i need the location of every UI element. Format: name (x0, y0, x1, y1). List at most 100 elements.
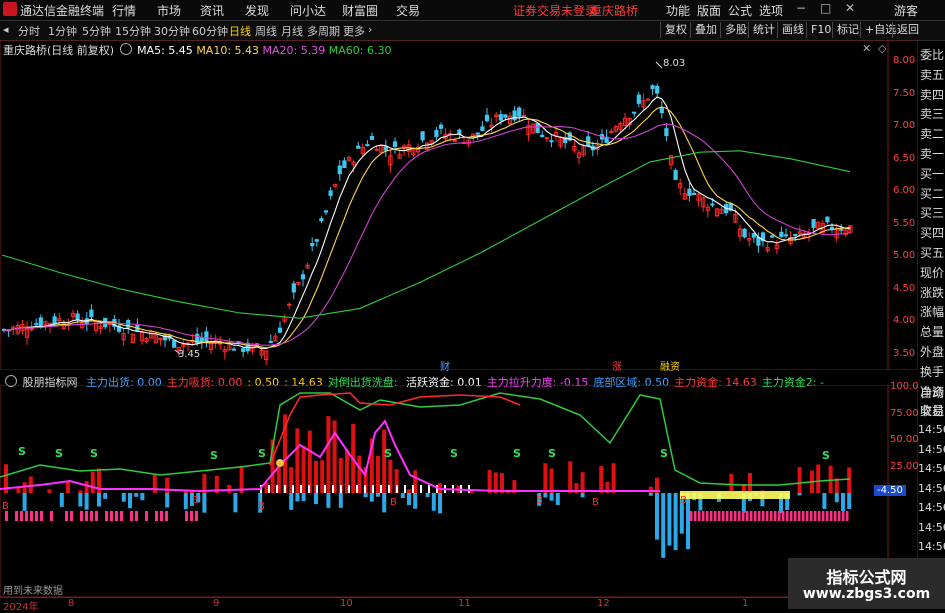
menu-zixun[interactable]: 资讯 (200, 2, 224, 19)
candle-body (337, 165, 342, 175)
candle-body (323, 210, 329, 213)
event-label-cai[interactable]: 财 (440, 358, 450, 373)
tool-tongji[interactable]: 统计 (748, 22, 775, 38)
tool-f10[interactable]: F10 (806, 22, 831, 38)
indicator-bar-red (648, 486, 653, 493)
menu-gongneng[interactable]: 功能 (666, 2, 690, 19)
menu-xuanxiang[interactable]: 选项 (759, 2, 783, 19)
indicator-bar-blue (847, 493, 852, 509)
period-daily[interactable]: 日线 (229, 23, 251, 39)
period-5min[interactable]: 5分钟 (82, 23, 111, 39)
period-monthly[interactable]: 月线 (281, 23, 303, 39)
candle-body (52, 316, 57, 325)
period-weekly[interactable]: 周线 (255, 23, 277, 39)
price-tick: 4.50 (893, 283, 916, 294)
menu-wenxiaoda[interactable]: 问小达 (290, 2, 326, 19)
period-30min[interactable]: 30分钟 (154, 23, 190, 39)
s-signal-mark: S (55, 447, 63, 460)
period-fenshi[interactable]: 分时 (18, 23, 40, 39)
maximize-icon[interactable]: □ (820, 1, 831, 15)
tool-add-watchlist[interactable]: +自选 (860, 22, 896, 38)
menu-faxian[interactable]: 发现 (245, 2, 269, 19)
side-item[interactable]: 卖一 (920, 145, 944, 162)
indicator-bar-red (326, 416, 331, 493)
guest-label[interactable]: 游客 (894, 2, 918, 19)
side-item[interactable]: 买二 (920, 185, 944, 202)
period-multi[interactable]: 多周期 (307, 23, 340, 39)
indicator-bar-red (28, 476, 33, 493)
side-item[interactable]: 涨跌 (920, 284, 944, 301)
side-item[interactable]: 换手 (920, 363, 944, 380)
candle-body (673, 170, 678, 180)
candlestick-chart[interactable] (0, 40, 918, 370)
side-item[interactable]: 委比 (920, 46, 944, 63)
side-item[interactable]: 外盘 (920, 343, 944, 360)
b-signal-mark: B (390, 497, 397, 508)
candle-body (512, 110, 517, 121)
minimize-icon[interactable]: − (796, 1, 806, 15)
time-item: 14:56 (918, 442, 945, 456)
indicator-bar-blue (22, 493, 27, 511)
tool-fuquan[interactable]: 复权 (660, 22, 687, 38)
menu-banmian[interactable]: 版面 (697, 2, 721, 19)
indicator-bar-blue (165, 493, 170, 508)
sub-ytick-50: 50.00 (890, 434, 919, 445)
period-more[interactable]: 更多 (343, 23, 365, 39)
side-item[interactable]: 涨幅 (920, 303, 944, 320)
event-label-rongzi[interactable]: 融资 (660, 358, 680, 373)
tool-back[interactable]: 返回 (892, 22, 919, 38)
indicator-bar-blue (363, 493, 368, 498)
side-item[interactable]: 卖二 (920, 125, 944, 142)
tool-biaoji[interactable]: 标记 (832, 22, 859, 38)
indicator-bar-blue (834, 493, 839, 503)
indicator-bar-blue (84, 493, 89, 510)
close-icon[interactable]: ✕ (845, 1, 855, 15)
indicator-bar-blue (376, 493, 380, 497)
side-item[interactable]: 买三 (920, 204, 944, 221)
candle-body (650, 85, 655, 90)
sub-ytick-25: 25.00 (890, 461, 919, 472)
candle-body (770, 235, 775, 238)
menu-shichang[interactable]: 市场 (157, 2, 181, 19)
login-warning[interactable]: 证券交易未登录 (513, 2, 597, 19)
candle-body (38, 317, 43, 328)
menu-caifuquan[interactable]: 财富圈 (342, 2, 378, 19)
menu-gongshi[interactable]: 公式 (728, 2, 752, 19)
side-item[interactable]: 买一 (920, 165, 944, 182)
candle-body (811, 219, 816, 228)
indicator-bar-red (568, 461, 573, 493)
indicator-bar-red (407, 489, 411, 493)
indicator-bar-blue (326, 493, 331, 508)
period-15min[interactable]: 15分钟 (115, 23, 151, 39)
high-price-label: 8.03 (663, 58, 686, 69)
price-tick: 6.00 (893, 185, 916, 196)
side-item[interactable]: 总量 (920, 323, 944, 340)
trade-label[interactable]: 交易 (920, 402, 944, 419)
menu-hangqing[interactable]: 行情 (112, 2, 136, 19)
candle-body (342, 160, 347, 169)
candle-body (664, 128, 669, 137)
indicator-line-red (269, 392, 521, 466)
more-chevron-icon[interactable]: › (368, 23, 372, 36)
back-arrow-icon[interactable]: ◂ (3, 23, 9, 36)
period-60min[interactable]: 60分钟 (192, 23, 228, 39)
side-item[interactable]: 买四 (920, 224, 944, 241)
candle-body (172, 339, 177, 348)
watermark-url: www.zbgs3.com (802, 586, 931, 602)
tool-diejia[interactable]: 叠加 (690, 22, 717, 38)
tool-huaxian[interactable]: 画线 (777, 22, 804, 38)
period-1min[interactable]: 1分钟 (48, 23, 77, 39)
side-item[interactable]: 卖五 (920, 66, 944, 83)
side-item[interactable]: 现价 (920, 264, 944, 281)
side-item[interactable]: 卖三 (920, 105, 944, 122)
indicator-chart[interactable]: S S S S S S S S S S S B B B B B B B (0, 385, 918, 597)
side-item[interactable]: 卖四 (920, 86, 944, 103)
event-label-zhang[interactable]: 涨 (612, 358, 622, 373)
side-item[interactable]: 买五 (920, 244, 944, 261)
price-tick: 7.00 (893, 120, 916, 131)
indicator-bar-blue (140, 493, 145, 501)
auto-label[interactable]: 自动 (920, 384, 944, 401)
tool-duogu[interactable]: 多股 (720, 22, 747, 38)
menu-jiaoyi[interactable]: 交易 (396, 2, 420, 19)
date-label-aug: 8 (68, 598, 75, 609)
